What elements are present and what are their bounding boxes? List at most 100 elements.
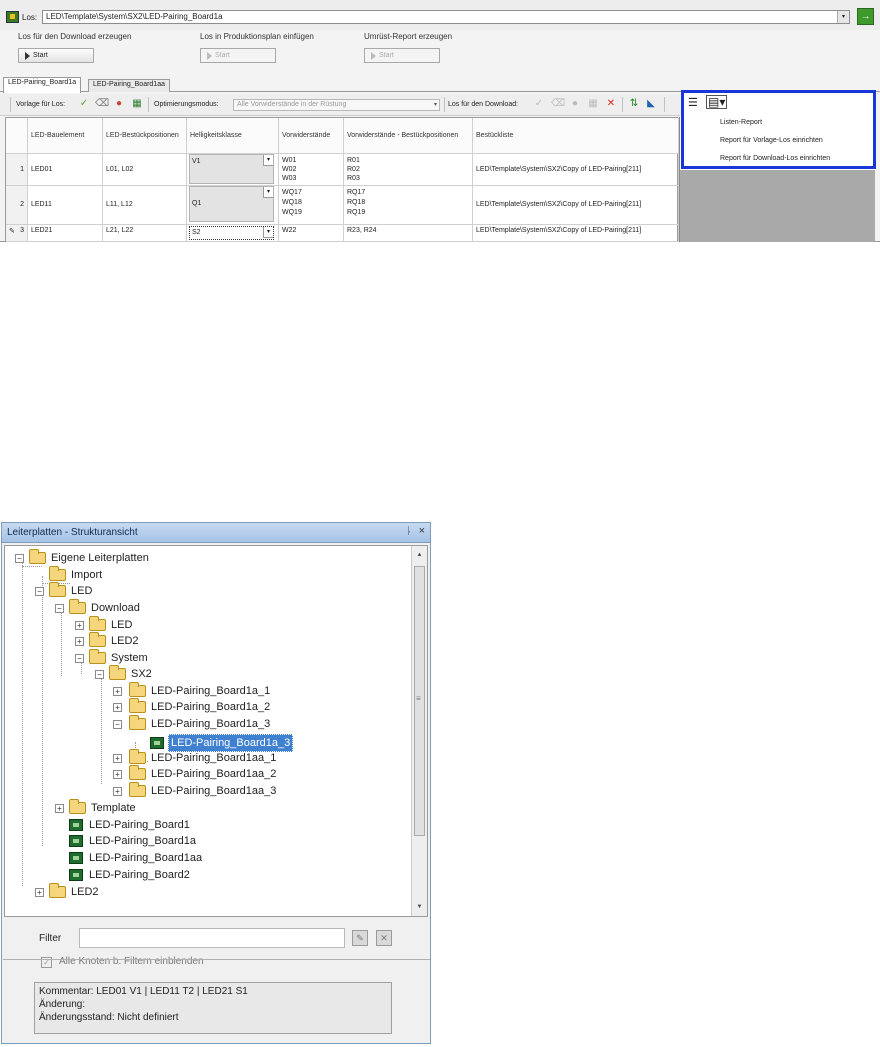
tree-node-board[interactable]: LED-Pairing_Board1aa xyxy=(69,850,204,866)
start-produktionsplan-button[interactable]: Start xyxy=(200,48,276,63)
close-icon[interactable]: × xyxy=(419,525,425,537)
expand-toggle[interactable]: + xyxy=(113,770,122,779)
grid-cell-liste[interactable]: LED\Template\System\SX2\Copy of LED-Pair… xyxy=(473,186,679,225)
board-export-icon[interactable]: ▦ xyxy=(131,98,143,110)
tree-node-folder[interactable]: LED-Pairing_Board1aa_2 xyxy=(129,765,278,782)
pin-icon[interactable]: ᚿ xyxy=(406,526,412,537)
chevron-down-icon[interactable]: ▾ xyxy=(837,11,849,23)
tree-node-board[interactable]: LED-Pairing_Board1 xyxy=(69,817,192,833)
collapse-toggle[interactable]: − xyxy=(35,587,44,596)
go-arrow-button[interactable]: → xyxy=(857,8,874,25)
grid-cell-positions[interactable]: L21, L22 xyxy=(103,225,187,242)
expand-toggle[interactable]: + xyxy=(55,804,64,813)
column-header[interactable]: LED-Bestückpositionen xyxy=(103,118,187,154)
chart-icon[interactable]: ◣ xyxy=(645,98,657,110)
tab-led-pairing-board1a[interactable]: LED-Pairing_Board1a xyxy=(3,77,82,93)
tree-node-folder[interactable]: LED xyxy=(49,582,94,599)
los-combo[interactable]: LED\Template\System\SX2\LED-Pairing_Boar… xyxy=(42,10,850,24)
grid-cell-led[interactable]: LED01 xyxy=(28,154,103,186)
tree-node-board[interactable]: LED-Pairing_Board1a xyxy=(69,833,198,849)
row-number[interactable]: 1 xyxy=(6,154,28,186)
row-number[interactable]: 2 xyxy=(6,186,28,225)
tree-node-board[interactable]: LED-Pairing_Board2 xyxy=(69,867,192,883)
printer-icon[interactable]: ▤▾ xyxy=(706,95,728,109)
collapse-toggle[interactable]: − xyxy=(15,554,24,563)
tree-node-folder[interactable]: LED2 xyxy=(49,883,101,900)
expand-toggle[interactable]: + xyxy=(113,787,122,796)
chevron-down-icon[interactable]: ▾ xyxy=(263,227,273,238)
row-number[interactable]: ✎ 3 xyxy=(6,225,28,242)
grid-cell-liste[interactable]: LED\Template\System\SX2\Copy of LED-Pair… xyxy=(473,225,679,242)
optimierung-combo[interactable]: Alle Vorwiderstände in der Rüstung ▾ xyxy=(233,99,440,111)
collapse-toggle[interactable]: − xyxy=(55,604,64,613)
delete-icon[interactable]: ✕ xyxy=(605,98,617,110)
menu-item-report-vorlage-los[interactable]: Report für Vorlage-Los einrichten xyxy=(720,137,823,144)
start-download-button[interactable]: Start xyxy=(18,48,94,63)
column-header[interactable]: LED-Bauelement xyxy=(28,118,103,154)
grid-cell-vorwiderstaende[interactable]: W22 xyxy=(279,225,344,242)
check-icon[interactable]: ✓ xyxy=(78,98,90,110)
grid-cell-vorw-positions[interactable]: R23, R24 xyxy=(344,225,473,242)
column-header[interactable]: Bestückliste xyxy=(473,118,679,154)
grid-cell-vorw-positions[interactable]: R01 R02 R03 xyxy=(344,154,473,186)
apply-filter-icon[interactable]: ✎ xyxy=(352,930,368,946)
collapse-toggle[interactable]: − xyxy=(75,654,84,663)
tab-led-pairing-board1aa[interactable]: LED-Pairing_Board1aa xyxy=(88,79,170,92)
tree-node-folder[interactable]: Eigene Leiterplatten xyxy=(29,549,151,566)
tree-node-folder[interactable]: SX2 xyxy=(109,665,154,682)
chevron-down-icon[interactable]: ▾ xyxy=(263,187,273,198)
menu-item-listen-report[interactable]: Listen-Report xyxy=(720,119,762,126)
tree-node-folder[interactable]: LED xyxy=(89,616,134,633)
tree-node-folder[interactable]: LED-Pairing_Board1aa_3 xyxy=(129,782,278,799)
grid-cell-klasse[interactable]: S2 ▾ xyxy=(187,225,279,242)
grid-cell-vorwiderstaende[interactable]: W01 W02 W03 xyxy=(279,154,344,186)
vertical-scrollbar[interactable]: ▲ ≡ ▼ xyxy=(411,546,427,916)
start-umruest-button[interactable]: Start xyxy=(364,48,440,63)
clear-filter-icon[interactable]: ✕ xyxy=(376,930,392,946)
klasse-dropdown[interactable]: V1 ▾ xyxy=(189,154,274,184)
grid-cell-klasse[interactable]: Q1 ▾ xyxy=(187,186,279,225)
chevron-down-icon[interactable]: ▾ xyxy=(263,155,273,166)
collapse-toggle[interactable]: − xyxy=(95,670,104,679)
expand-toggle[interactable]: + xyxy=(75,621,84,630)
expand-toggle[interactable]: + xyxy=(75,637,84,646)
help-icon[interactable]: ● xyxy=(113,98,125,110)
grid-cell-vorw-positions[interactable]: RQ17 RQ18 RQ19 xyxy=(344,186,473,225)
column-header[interactable]: Vorwiderstände - Bestückpositionen xyxy=(344,118,473,154)
column-header[interactable]: Vorwiderstände xyxy=(279,118,344,154)
expand-toggle[interactable]: + xyxy=(113,687,122,696)
grid-cell-positions[interactable]: L11, L12 xyxy=(103,186,187,225)
filter-input[interactable] xyxy=(79,928,345,948)
collapse-toggle[interactable]: − xyxy=(113,720,122,729)
tree-node-folder[interactable]: LED2 xyxy=(89,632,141,649)
tree-node-folder[interactable]: System xyxy=(89,649,150,666)
klasse-dropdown[interactable]: Q1 ▾ xyxy=(189,186,274,222)
tree-node-folder[interactable]: Import xyxy=(49,566,104,583)
eraser-icon[interactable]: ⌫ xyxy=(551,98,565,110)
tree-node-board-selected[interactable]: LED-Pairing_Board1a_3 xyxy=(150,734,294,752)
tree-node-folder[interactable]: Template xyxy=(69,799,138,816)
grid-cell-led[interactable]: LED21 xyxy=(28,225,103,242)
grid-cell-klasse[interactable]: V1 ▾ xyxy=(187,154,279,186)
klasse-dropdown[interactable]: S2 ▾ xyxy=(189,226,274,240)
tree-node-folder[interactable]: LED-Pairing_Board1a_2 xyxy=(129,698,272,715)
grid-cell-led[interactable]: LED11 xyxy=(28,186,103,225)
tree-node-folder[interactable]: LED-Pairing_Board1a_1 xyxy=(129,682,272,699)
expand-toggle[interactable]: + xyxy=(35,888,44,897)
scroll-down-icon[interactable]: ▼ xyxy=(414,901,425,913)
board-export-icon[interactable]: ▦ xyxy=(587,98,599,110)
check-icon[interactable]: ✓ xyxy=(533,98,545,110)
grid-cell-liste[interactable]: LED\Template\System\SX2\Copy of LED-Pair… xyxy=(473,154,679,186)
expand-toggle[interactable]: + xyxy=(113,754,122,763)
help-icon[interactable]: ● xyxy=(569,98,581,110)
list-icon[interactable]: ☰ xyxy=(688,96,698,109)
tree-node-folder[interactable]: LED-Pairing_Board1a_3 xyxy=(129,715,272,732)
grid-cell-positions[interactable]: L01, L02 xyxy=(103,154,187,186)
tree-node-folder[interactable]: Download xyxy=(69,599,142,616)
tree-node-folder[interactable]: LED-Pairing_Board1aa_1 xyxy=(129,749,278,766)
grid-cell-vorwiderstaende[interactable]: WQ17 WQ18 WQ19 xyxy=(279,186,344,225)
scroll-up-icon[interactable]: ▲ xyxy=(414,549,425,561)
column-header[interactable]: Helligkeitsklasse xyxy=(187,118,279,154)
eraser-icon[interactable]: ⌫ xyxy=(95,98,109,110)
menu-item-report-download-los[interactable]: Report für Download-Los einrichten xyxy=(720,155,830,162)
